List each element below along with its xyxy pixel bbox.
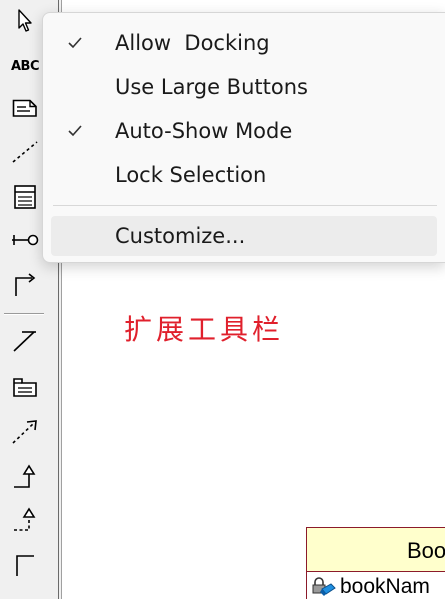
note-tool[interactable]: [6, 89, 44, 127]
text-tool[interactable]: ABC: [6, 47, 44, 85]
annotation-label: 扩展工具栏: [124, 313, 285, 346]
interface-tool[interactable]: [6, 221, 44, 259]
dashed-line-icon: [12, 141, 38, 163]
toolbar-context-menu: Allow Docking Use Large Buttons Auto-Sho…: [42, 12, 445, 263]
uml-attribute-row[interactable]: bookNam: [311, 574, 430, 599]
generalization-tool[interactable]: [6, 457, 44, 495]
dependency-arrow-icon: [12, 420, 37, 444]
elbow-connector-icon: [15, 273, 36, 296]
realization-icon: [14, 507, 36, 531]
package-icon: [13, 378, 37, 397]
dashed-line-tool[interactable]: [6, 133, 44, 171]
class-icon: [14, 185, 36, 209]
text-icon: ABC: [10, 58, 40, 74]
menu-item-customize[interactable]: Customize...: [51, 216, 437, 256]
menu-item-label: Allow Docking: [115, 31, 270, 55]
toolbar-separator: [4, 313, 44, 315]
note-icon: [12, 99, 37, 117]
menu-item-label: Use Large Buttons: [115, 75, 308, 99]
menu-item-label: Auto-Show Mode: [115, 119, 293, 143]
realization-tool[interactable]: [6, 500, 44, 538]
private-attribute-lock-icon: [312, 577, 336, 596]
menu-item-label: Lock Selection: [115, 163, 267, 187]
uml-class-name: Boo: [407, 538, 445, 563]
uml-attribute-name: bookNam: [340, 575, 430, 598]
anchor-tool[interactable]: [6, 546, 44, 584]
pointer-arrow-tool[interactable]: [6, 2, 44, 40]
menu-separator: [53, 205, 437, 206]
class-tool[interactable]: [6, 178, 44, 216]
dependency-tool[interactable]: [6, 413, 44, 451]
association-icon: [13, 331, 36, 352]
checkmark-icon: [65, 33, 85, 53]
elbow-connector-tool[interactable]: [6, 266, 44, 304]
menu-item-auto-show-mode[interactable]: Auto-Show Mode: [51, 111, 437, 151]
menu-item-use-large-buttons[interactable]: Use Large Buttons: [51, 67, 437, 107]
checkmark-icon: [65, 121, 85, 141]
anchor-corner-icon: [16, 555, 34, 576]
generalization-icon: [14, 464, 36, 488]
pointer-arrow-icon: [18, 9, 32, 32]
menu-item-lock-selection[interactable]: Lock Selection: [51, 155, 437, 195]
menu-item-label: Customize...: [115, 224, 246, 248]
menu-item-allow-docking[interactable]: Allow Docking: [51, 23, 437, 63]
uml-class-header: Boo: [307, 528, 445, 572]
uml-class-box[interactable]: Boo bookNam: [306, 527, 445, 599]
association-tool[interactable]: [6, 322, 44, 360]
interface-lollipop-icon: [12, 234, 39, 246]
package-tool[interactable]: [6, 368, 44, 406]
